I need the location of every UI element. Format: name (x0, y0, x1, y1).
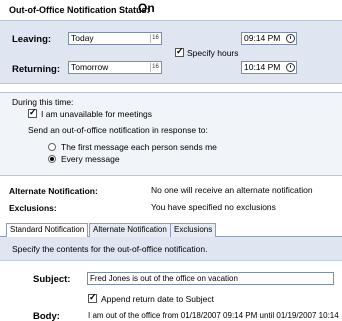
dates-panel: Leaving: Today 16 09:14 PM Specify hours… (0, 20, 342, 84)
clock-icon[interactable] (286, 34, 295, 43)
leaving-time-field[interactable]: 09:14 PM (241, 32, 297, 45)
exclusions-value: You have specified no exclusions (151, 202, 276, 212)
tab-standard-notification[interactable]: Standard Notification (6, 223, 89, 238)
status-value: On (138, 1, 155, 15)
leaving-label: Leaving: (12, 34, 52, 45)
send-notification-label: Send an out-of-office notification in re… (28, 125, 208, 135)
subject-label: Subject: (33, 274, 71, 285)
append-return-date-checkbox[interactable] (88, 292, 97, 303)
body-label: Body: (33, 311, 60, 321)
calendar-icon[interactable]: 16 (150, 34, 160, 43)
alternate-label: Alternate Notification: (9, 186, 98, 196)
specify-hours-label: Specify hours (187, 48, 239, 58)
during-panel: During this time: I am unavailable for m… (0, 92, 342, 176)
body-text[interactable]: I am out of the office from 01/18/2007 0… (88, 311, 339, 320)
subject-value: Fred Jones is out of the office on vacat… (90, 274, 238, 283)
returning-date-value: Tomorrow (71, 62, 109, 72)
radio-first-message[interactable] (48, 143, 56, 151)
append-return-date-label: Append return date to Subject (101, 294, 214, 304)
specify-hours-checkbox[interactable] (175, 46, 184, 57)
status-label: Out-of-Office Notification Status: (9, 5, 150, 15)
tab-exclusions[interactable]: Exclusions (170, 223, 217, 237)
option-every-message-label: Every message (61, 154, 120, 164)
unavailable-checkbox[interactable] (28, 107, 37, 118)
status-bar: Out-of-Office Notification Status: On (0, 0, 342, 20)
leaving-date-field[interactable]: Today 16 (68, 32, 162, 45)
leaving-date-value: Today (71, 33, 94, 43)
tab-description-area: Specify the contents for the out-of-offi… (0, 237, 342, 261)
notification-tabs: Standard Notification Alternate Notifica… (0, 222, 342, 238)
exclusions-label: Exclusions: (9, 203, 57, 213)
option-first-message-label: The first message each person sends me (61, 142, 217, 152)
subject-input[interactable]: Fred Jones is out of the office on vacat… (87, 272, 334, 285)
returning-date-field[interactable]: Tomorrow 16 (68, 61, 162, 74)
clock-icon[interactable] (286, 63, 295, 72)
alternate-panel: Alternate Notification: No one will rece… (0, 180, 342, 220)
tab-description: Specify the contents for the out-of-offi… (12, 244, 208, 254)
returning-time-value: 10:14 PM (244, 62, 281, 72)
calendar-icon[interactable]: 16 (150, 63, 160, 72)
returning-time-field[interactable]: 10:14 PM (241, 61, 297, 74)
returning-label: Returning: (12, 64, 61, 75)
tab-alternate-notification[interactable]: Alternate Notification (89, 223, 171, 237)
notification-content: Subject: Fred Jones is out of the office… (0, 261, 342, 321)
alternate-value: No one will receive an alternate notific… (151, 185, 313, 195)
radio-every-message[interactable] (48, 155, 56, 163)
leaving-time-value: 09:14 PM (244, 33, 281, 43)
during-heading: During this time: (12, 97, 74, 107)
unavailable-label: I am unavailable for meetings (41, 109, 153, 119)
